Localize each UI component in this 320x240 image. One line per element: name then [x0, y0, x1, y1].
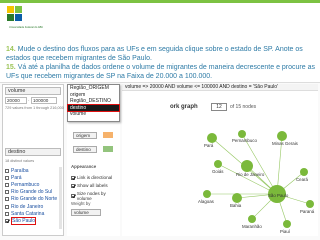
graph-node[interactable]: [207, 133, 217, 143]
list-item-label: Paraíba: [11, 167, 29, 174]
instruction-text: Vá até a planilha de dados ordene o volu…: [6, 64, 315, 80]
node-count-input[interactable]: 12: [211, 103, 227, 111]
volume-filter-field[interactable]: volume: [5, 87, 61, 95]
weight-by-select[interactable]: volume: [71, 209, 101, 216]
node-label: Ceará: [296, 177, 309, 182]
network-graph-tab[interactable]: ork graph: [170, 104, 198, 110]
destino-info: 18 distinct values: [5, 159, 35, 163]
graph-node[interactable]: [300, 168, 308, 176]
node-label: Pernambuco: [232, 138, 257, 143]
dropdown-item-selected[interactable]: destino: [67, 103, 120, 113]
volume-min-input[interactable]: 20000: [5, 97, 27, 104]
checkbox-checked[interactable]: [71, 183, 75, 188]
node-label: Piauí: [280, 229, 291, 234]
dropdown-item[interactable]: Região_DESTINO: [68, 98, 119, 105]
university-logo: Universidade Federal do ABC: [4, 4, 44, 34]
list-item-selected[interactable]: São Paulo: [5, 216, 61, 225]
list-item[interactable]: Rio de Janeiro: [5, 203, 61, 210]
weight-by-label: Weight by: [71, 201, 91, 206]
graph-labels: Pará Pernambuco Minas Gerais Goiás Rio d…: [198, 138, 315, 234]
option-label: Size nodes by volume: [76, 191, 106, 201]
node-count-total: of 15 nodes: [230, 104, 257, 110]
dropdown-item[interactable]: Região_ORIGEM: [68, 85, 119, 92]
appearance-heading: Appearance: [71, 164, 97, 169]
dropdown-item[interactable]: volume: [68, 111, 119, 118]
destino-filter-field[interactable]: destino: [5, 148, 61, 156]
list-item-label: São Paulo: [11, 216, 37, 225]
graph-node[interactable]: [241, 160, 253, 172]
link-directional-option[interactable]: Link is directional: [71, 175, 112, 180]
list-item-label: Pará: [11, 174, 22, 181]
graph-node[interactable]: [238, 130, 246, 138]
instructions: 14. Mude o destino dos fluxos para as UF…: [6, 46, 318, 82]
checkbox-checked[interactable]: [71, 175, 75, 180]
dropdown-item[interactable]: origem: [68, 92, 119, 99]
checkbox-checked[interactable]: [71, 194, 75, 198]
checkbox[interactable]: [5, 190, 9, 195]
logo-caption: Universidade Federal do ABC: [9, 26, 44, 29]
list-item-label: Rio de Janeiro: [11, 203, 44, 210]
list-item-label: Santa Catarina: [11, 210, 45, 217]
size-nodes-option[interactable]: Size nodes by volume: [71, 191, 120, 201]
instruction-15: 15. Vá até a planilha de dados ordene o …: [6, 64, 318, 81]
graph-node[interactable]: [232, 193, 242, 203]
origem-chip[interactable]: origem: [73, 132, 97, 139]
graph-node[interactable]: [277, 131, 287, 141]
checkbox[interactable]: [5, 182, 9, 187]
visualization-options: Região_ORIGEM origem Região_DESTINO dest…: [67, 84, 120, 236]
instruction-number: 14.: [6, 46, 16, 53]
list-item[interactable]: Rio Grande do Sul: [5, 189, 61, 196]
scrollbar[interactable]: [59, 167, 62, 229]
graph-node[interactable]: [248, 215, 256, 223]
list-item[interactable]: Paraíba: [5, 167, 61, 174]
list-item-label: Rio Grande do Sul: [11, 189, 53, 196]
node-label: Alagoas: [198, 199, 215, 204]
volume-info: 729 values from 1 through 216,000: [5, 106, 64, 110]
instruction-14: 14. Mude o destino dos fluxos para as UF…: [6, 46, 318, 63]
node-label: São Paulo: [268, 193, 289, 198]
list-item[interactable]: Rio Grande do Norte: [5, 196, 61, 203]
top-accent-bar: [0, 0, 320, 3]
filter-summary: volume => 20000 AND volume <= 100000 AND…: [122, 84, 318, 91]
graph-node[interactable]: [214, 160, 222, 168]
node-label: Minas Gerais: [272, 141, 299, 146]
option-label: Show all labels: [77, 183, 108, 188]
instruction-number: 15.: [6, 64, 16, 72]
network-graph-panel: volume => 20000 AND volume <= 100000 AND…: [122, 84, 318, 236]
destination-list: Paraíba Pará Pernambuco Rio Grande do Su…: [5, 167, 61, 225]
column-dropdown[interactable]: Região_ORIGEM origem Região_DESTINO dest…: [67, 84, 120, 122]
graph-node[interactable]: [283, 220, 291, 228]
list-item-label: Pernambuco: [11, 181, 40, 188]
list-item-label: Rio Grande do Norte: [11, 196, 58, 203]
checkbox-checked[interactable]: [5, 218, 9, 223]
graph-node[interactable]: [203, 190, 211, 198]
graph-node[interactable]: [306, 200, 314, 208]
node-label: Bahia: [230, 203, 242, 208]
color-swatch[interactable]: [103, 132, 113, 138]
node-label: Paraná: [300, 209, 315, 214]
range-dash: -: [28, 98, 30, 102]
instruction-text: Mude o destino dos fluxos para as UFs e …: [6, 46, 303, 62]
node-label: Rio de Janeiro: [236, 172, 265, 177]
node-label: Maranhão: [242, 224, 262, 229]
graph-edges: [207, 133, 311, 225]
network-graph[interactable]: Pará Pernambuco Minas Gerais Goiás Rio d…: [182, 114, 318, 234]
checkbox[interactable]: [5, 211, 9, 216]
checkbox[interactable]: [5, 175, 9, 180]
list-item[interactable]: Pará: [5, 174, 61, 181]
list-item[interactable]: Pernambuco: [5, 181, 61, 188]
checkbox[interactable]: [5, 197, 9, 202]
logo-mark-icon: [7, 6, 22, 21]
volume-max-input[interactable]: 100000: [31, 97, 57, 104]
option-label: Link is directional: [77, 175, 113, 180]
color-swatch[interactable]: [103, 146, 113, 152]
fusion-tables-screenshot: volume 20000 - 100000 729 values from 1 …: [0, 82, 320, 240]
destino-chip[interactable]: destino: [73, 146, 97, 153]
filter-panel: volume 20000 - 100000 729 values from 1 …: [2, 84, 64, 236]
checkbox[interactable]: [5, 204, 9, 209]
checkbox[interactable]: [5, 168, 9, 173]
node-label: Goiás: [212, 169, 224, 174]
node-label: Pará: [204, 143, 214, 148]
show-labels-option[interactable]: Show all labels: [71, 183, 108, 188]
